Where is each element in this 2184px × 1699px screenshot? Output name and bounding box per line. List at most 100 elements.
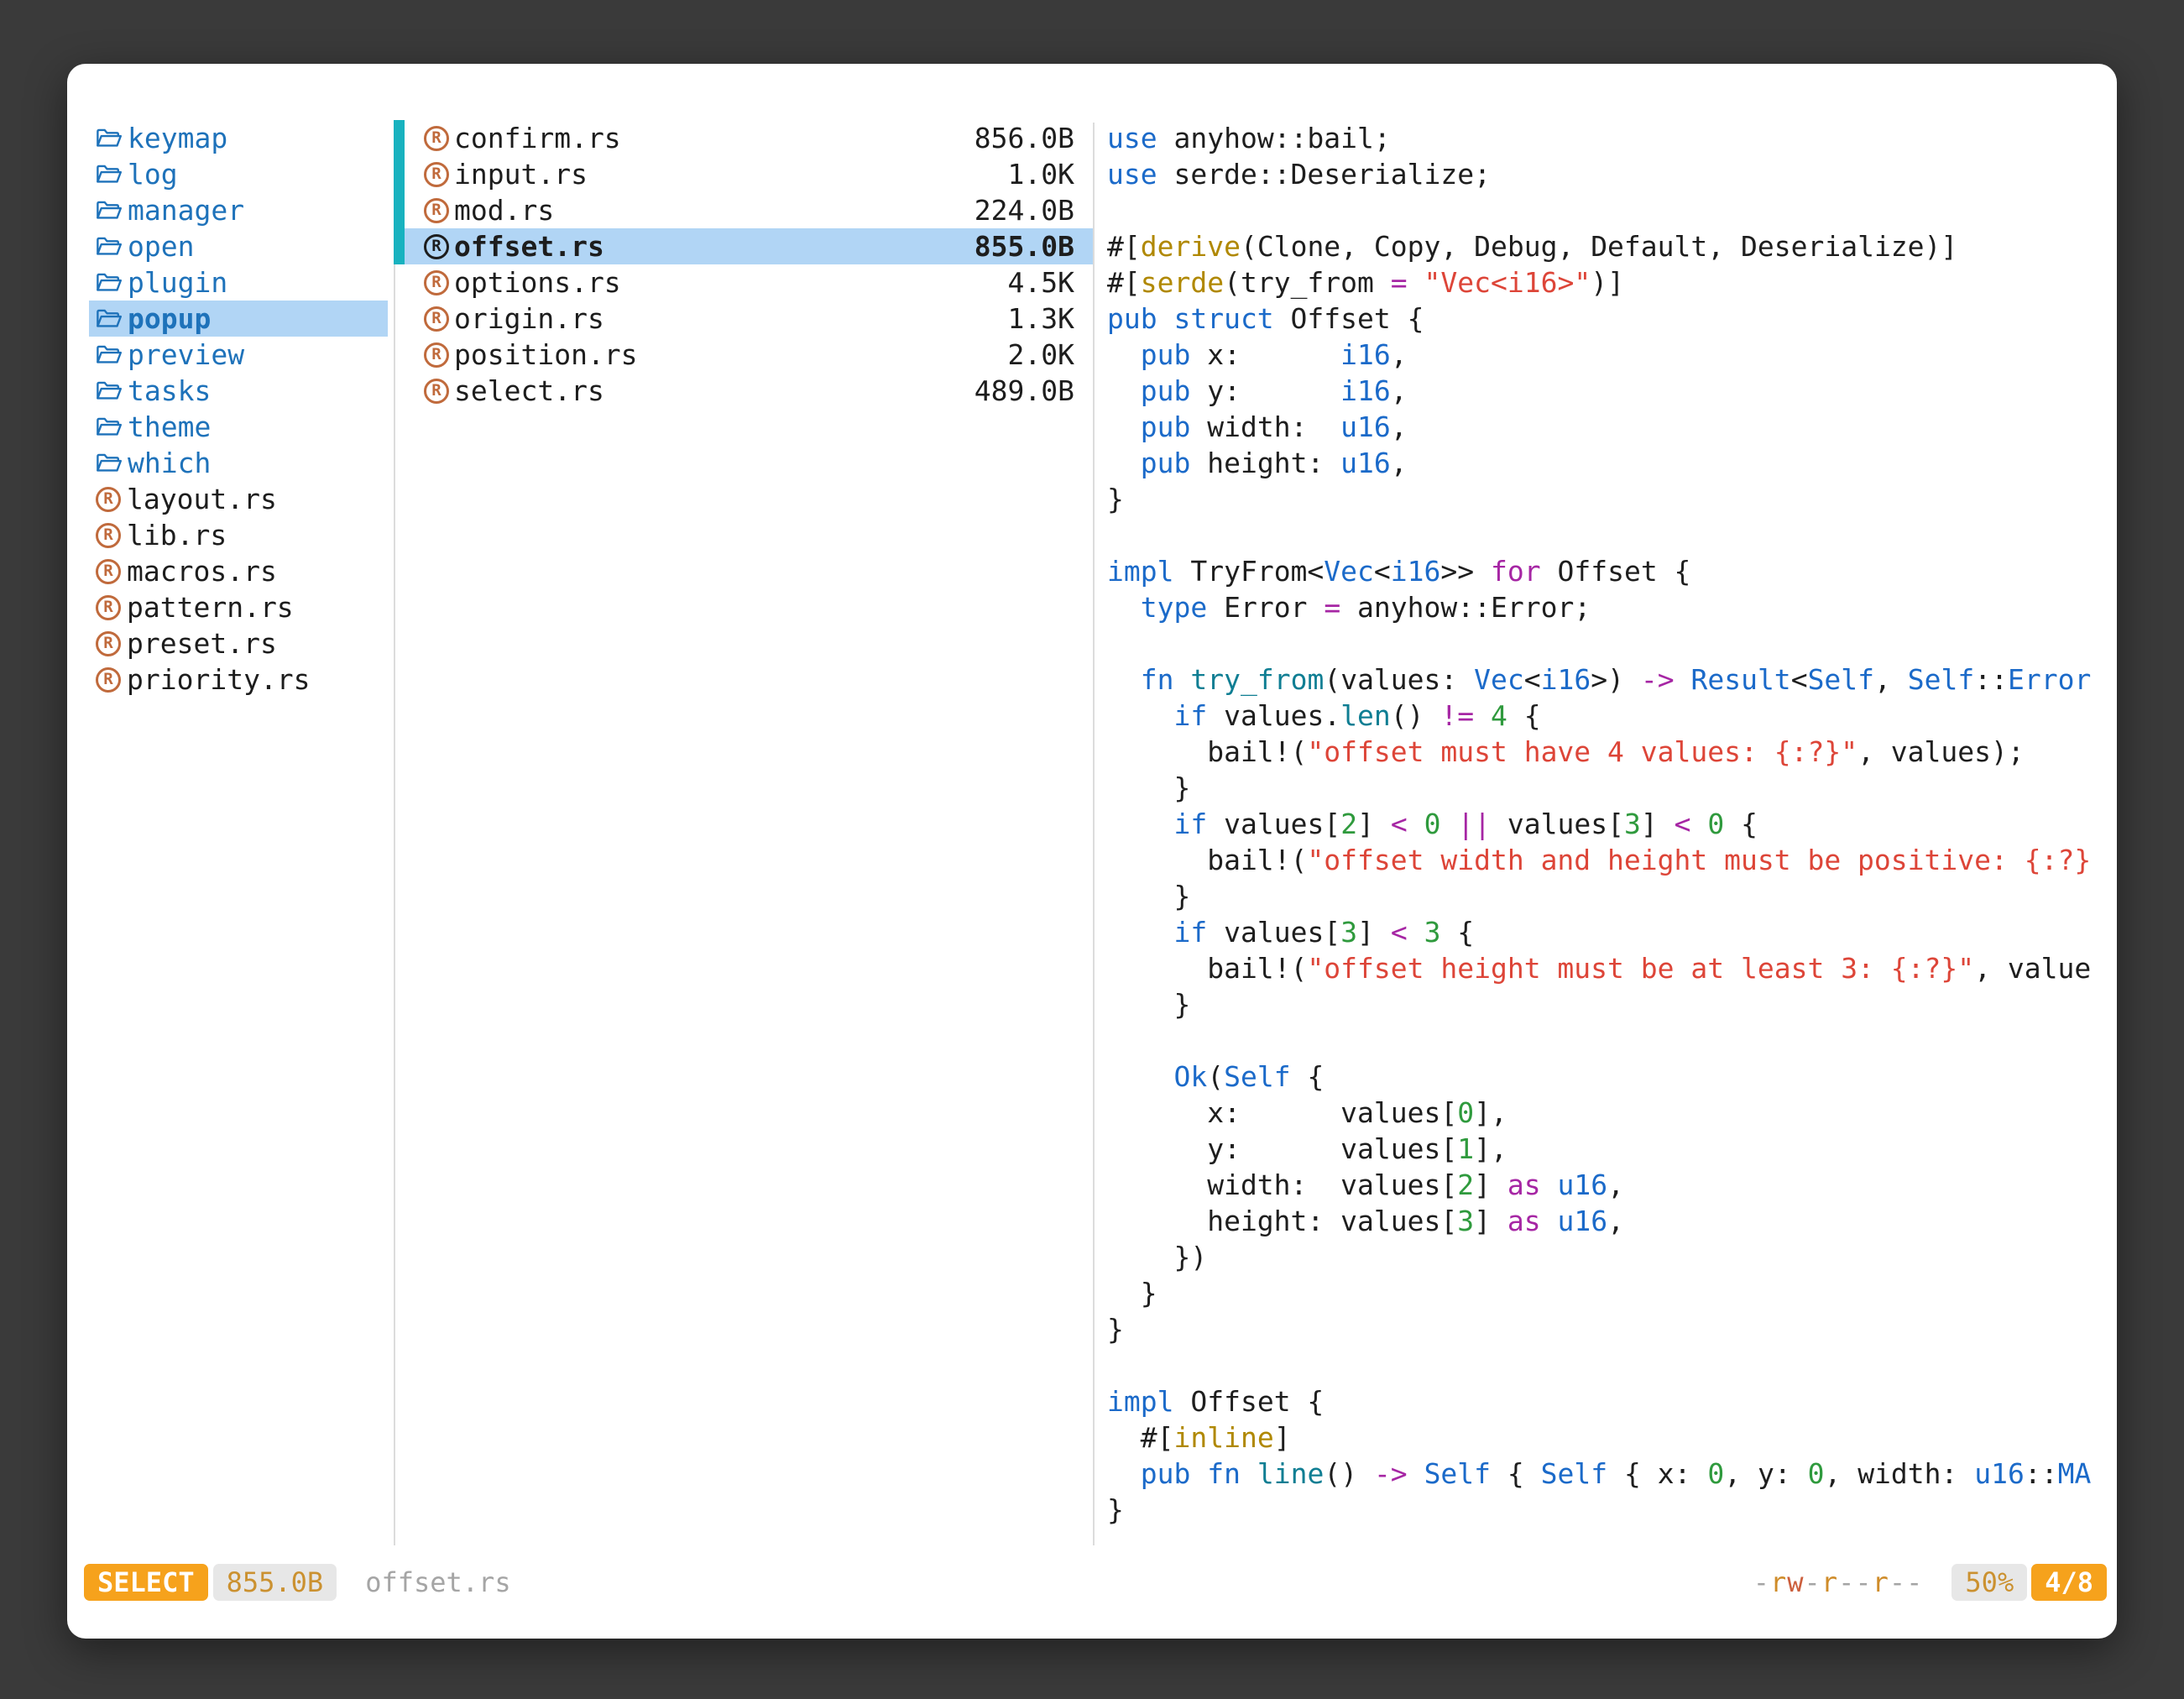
sidebar-item-keymap[interactable]: keymap (89, 120, 388, 156)
code-line: } (1107, 481, 2113, 517)
desktop: { "app": { "name": "terminal file manage… (0, 0, 2184, 1699)
file-row-origin-rs[interactable]: Rorigin.rs 1.3K (394, 301, 1093, 337)
sidebar-item-label: tasks (128, 374, 211, 407)
status-bar: SELECT 855.0B offset.rs -rw-r--r-- 50% 4… (84, 1563, 2107, 1602)
sidebar-item-label: preset.rs (127, 627, 277, 660)
file-size: 4.5K (1008, 266, 1074, 299)
code-line: Ok(Self { (1107, 1059, 2113, 1095)
file-name: offset.rs (454, 230, 604, 263)
sidebar-item-manager[interactable]: manager (89, 192, 388, 228)
code-line: x: values[0], (1107, 1095, 2113, 1131)
file-row-confirm-rs[interactable]: Rconfirm.rs 856.0B (394, 120, 1093, 156)
code-line: } (1107, 1311, 2113, 1347)
permissions: -rw-r--r-- (1753, 1566, 1924, 1598)
sidebar-item-label: open (128, 230, 194, 263)
code-line (1107, 192, 2113, 228)
sidebar-item-label: priority.rs (127, 663, 311, 696)
sidebar-item-label: theme (128, 410, 211, 443)
code-line (1107, 517, 2113, 553)
sidebar-item-label: popup (128, 302, 211, 335)
sidebar-item-label: manager (128, 194, 244, 227)
sidebar-item-open[interactable]: open (89, 228, 388, 264)
sidebar-item-tasks[interactable]: tasks (89, 373, 388, 409)
file-name: options.rs (454, 266, 621, 299)
code-line: if values[3] < 3 { (1107, 914, 2113, 950)
sidebar-item-pattern-rs[interactable]: Rpattern.rs (89, 589, 388, 625)
file-size: 224.0B (974, 194, 1074, 227)
file-row-select-rs[interactable]: Rselect.rs489.0B (394, 373, 1093, 409)
code-line: #[inline] (1107, 1419, 2113, 1456)
file-name: origin.rs (454, 302, 604, 335)
sidebar-item-preset-rs[interactable]: Rpreset.rs (89, 625, 388, 661)
code-preview[interactable]: use anyhow::bail;use serde::Deserialize;… (1107, 120, 2113, 1547)
rust-file-icon: R (424, 379, 449, 404)
rust-file-icon: R (424, 198, 449, 223)
rust-file-icon: R (96, 523, 121, 548)
folder-icon (96, 199, 122, 222)
code-line: impl TryFrom<Vec<i16>> for Offset { (1107, 553, 2113, 589)
file-size: 855.0B (974, 230, 1074, 263)
file-manager-window: keymaplogmanageropenpluginpopuppreviewta… (67, 64, 2117, 1639)
sidebar-item-layout-rs[interactable]: Rlayout.rs (89, 481, 388, 517)
code-line: }) (1107, 1239, 2113, 1275)
sidebar-item-log[interactable]: log (89, 156, 388, 192)
code-line: pub y: i16, (1107, 373, 2113, 409)
sidebar-item-label: preview (128, 338, 244, 371)
folder-icon (96, 235, 122, 258)
sidebar-item-lib-rs[interactable]: Rlib.rs (89, 517, 388, 553)
sidebar-item-label: macros.rs (127, 555, 277, 588)
file-row-offset-rs[interactable]: Roffset.rs 855.0B (394, 228, 1093, 264)
code-line: y: values[1], (1107, 1131, 2113, 1167)
sidebar-item-label: keymap (128, 122, 227, 154)
sidebar-item-label: lib.rs (127, 519, 227, 552)
rust-file-icon: R (424, 234, 449, 259)
code-line: pub height: u16, (1107, 445, 2113, 481)
code-line: width: values[2] as u16, (1107, 1167, 2113, 1203)
code-line: bail!("offset width and height must be p… (1107, 842, 2113, 878)
sidebar-item-plugin[interactable]: plugin (89, 264, 388, 301)
file-size: 2.0K (1008, 338, 1074, 371)
file-row-mod-rs[interactable]: Rmod.rs224.0B (394, 192, 1093, 228)
folder-icon (96, 307, 122, 330)
rust-file-icon: R (96, 595, 121, 620)
code-line (1107, 625, 2113, 661)
file-name: confirm.rs (454, 122, 621, 154)
folder-icon (96, 416, 122, 438)
code-line: } (1107, 1492, 2113, 1528)
file-name: input.rs (454, 158, 588, 191)
mode-badge: SELECT (84, 1564, 208, 1601)
rust-file-icon: R (424, 270, 449, 295)
code-line: fn try_from(values: Vec<i16>) -> Result<… (1107, 661, 2113, 698)
file-row-options-rs[interactable]: Roptions.rs 4.5K (394, 264, 1093, 301)
file-row-position-rs[interactable]: Rposition.rs2.0K (394, 337, 1093, 373)
file-size: 856.0B (974, 122, 1074, 154)
rust-file-icon: R (424, 342, 449, 368)
sidebar-item-priority-rs[interactable]: Rpriority.rs (89, 661, 388, 698)
file-size: 1.3K (1008, 302, 1074, 335)
sidebar-item-theme[interactable]: theme (89, 409, 388, 445)
code-line: } (1107, 878, 2113, 914)
percent-badge: 50% (1951, 1564, 2027, 1601)
size-badge: 855.0B (213, 1564, 337, 1601)
code-line: pub width: u16, (1107, 409, 2113, 445)
code-line: bail!("offset height must be at least 3:… (1107, 950, 2113, 986)
code-line: pub fn line() -> Self { Self { x: 0, y: … (1107, 1456, 2113, 1492)
folder-icon (96, 343, 122, 366)
code-line: impl Offset { (1107, 1383, 2113, 1419)
position-badge: 4/8 (2031, 1564, 2107, 1601)
sidebar-item-which[interactable]: which (89, 445, 388, 481)
code-line: bail!("offset must have 4 values: {:?}",… (1107, 734, 2113, 770)
rust-file-icon: R (424, 126, 449, 151)
sidebar-item-preview[interactable]: preview (89, 337, 388, 373)
sidebar-item-label: pattern.rs (127, 591, 294, 624)
code-line: } (1107, 986, 2113, 1022)
pane-divider-right (1093, 123, 1095, 1545)
sidebar-item-macros-rs[interactable]: Rmacros.rs (89, 553, 388, 589)
file-row-input-rs[interactable]: Rinput.rs1.0K (394, 156, 1093, 192)
sidebar-item-label: which (128, 447, 211, 479)
folder-icon (96, 127, 122, 149)
sidebar-item-label: plugin (128, 266, 227, 299)
rust-file-icon: R (424, 306, 449, 332)
sidebar-item-popup[interactable]: popup (89, 301, 388, 337)
folder-icon (96, 271, 122, 294)
